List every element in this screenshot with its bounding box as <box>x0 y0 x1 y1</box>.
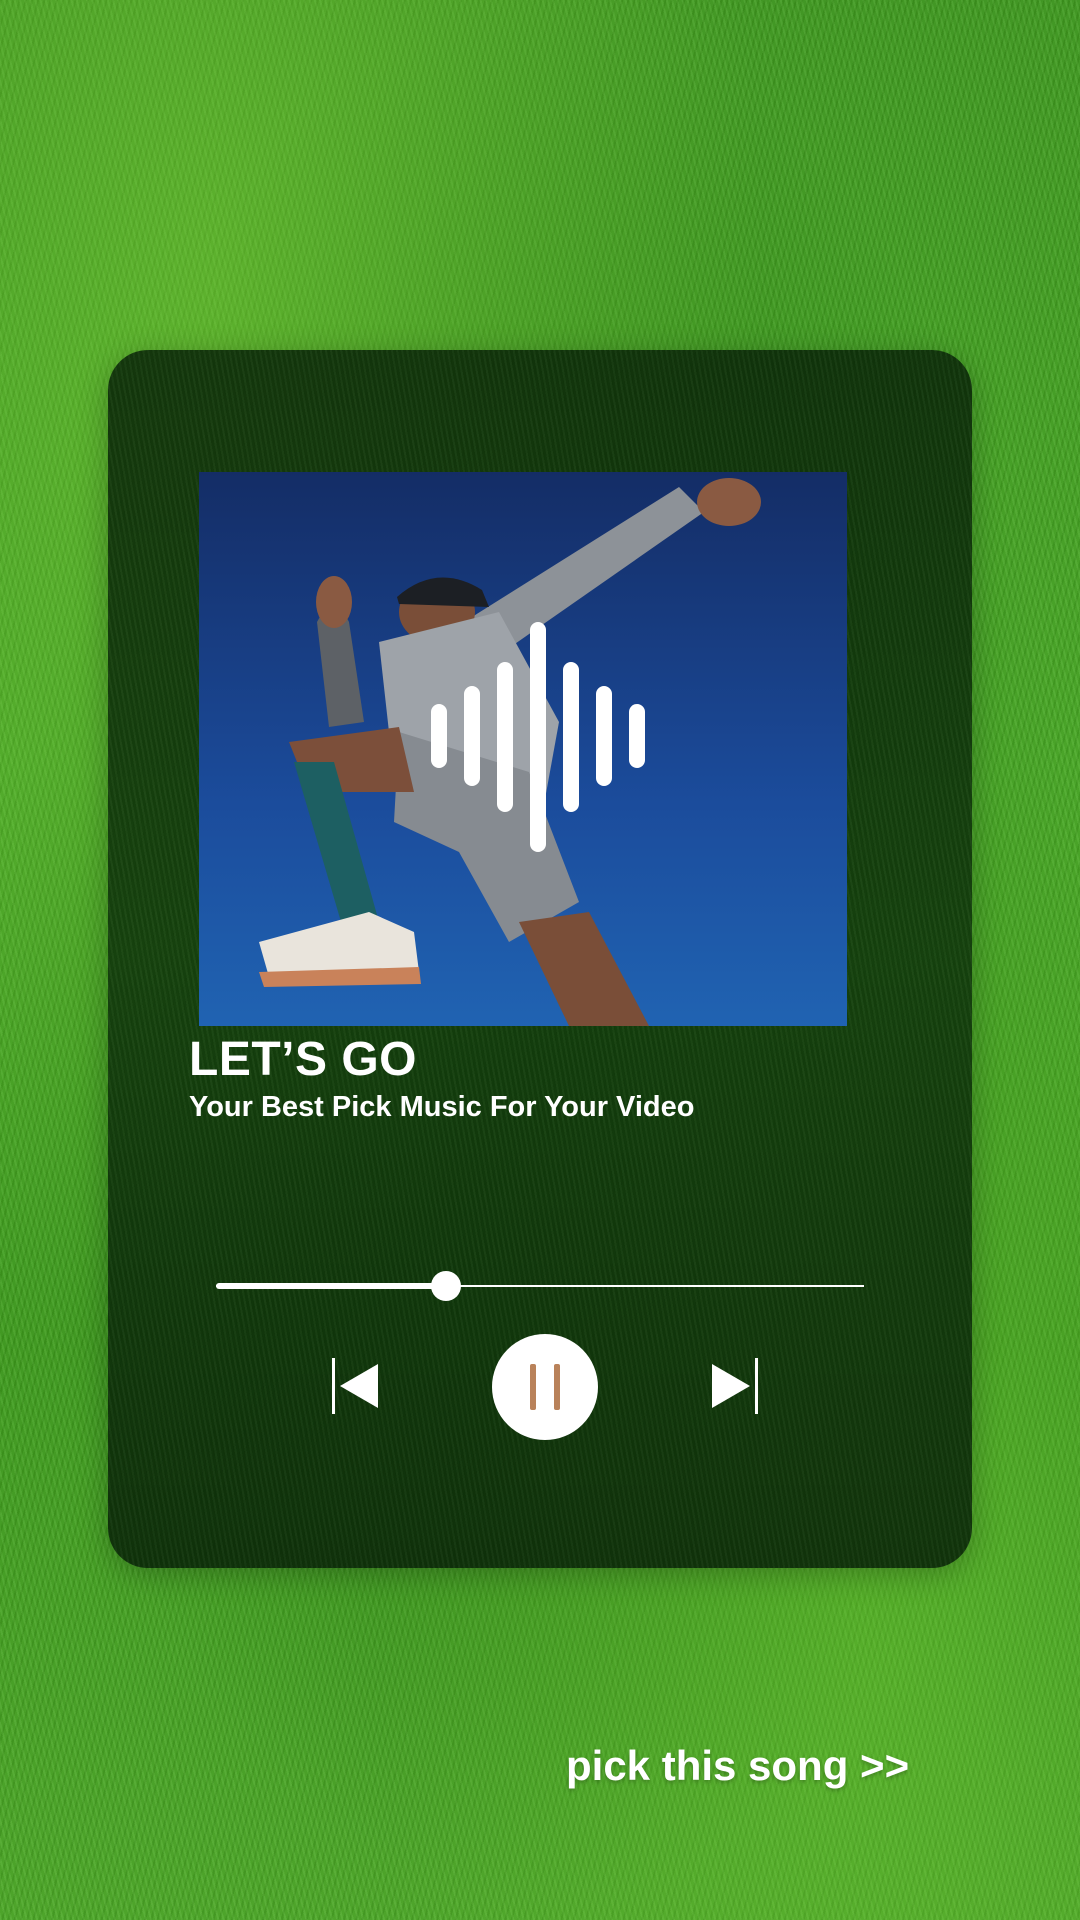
playback-controls <box>108 1332 972 1442</box>
skip-previous-icon <box>332 1358 378 1414</box>
album-photo <box>199 472 847 1026</box>
previous-button[interactable] <box>330 1358 380 1414</box>
pick-song-link[interactable]: pick this song >> <box>566 1741 909 1791</box>
song-title: LET’S GO <box>189 1033 418 1086</box>
next-button[interactable] <box>710 1358 760 1414</box>
album-art <box>199 472 847 1026</box>
music-player-card: LET’S GO Your Best Pick Music For Your V… <box>108 350 972 1568</box>
progress-knob[interactable] <box>431 1271 462 1301</box>
progress-fill <box>216 1283 447 1289</box>
song-subtitle: Your Best Pick Music For Your Video <box>189 1091 695 1123</box>
progress-bar[interactable] <box>216 1271 864 1301</box>
pause-button[interactable] <box>492 1334 598 1440</box>
pause-icon <box>530 1364 560 1410</box>
skip-next-icon <box>712 1358 758 1414</box>
